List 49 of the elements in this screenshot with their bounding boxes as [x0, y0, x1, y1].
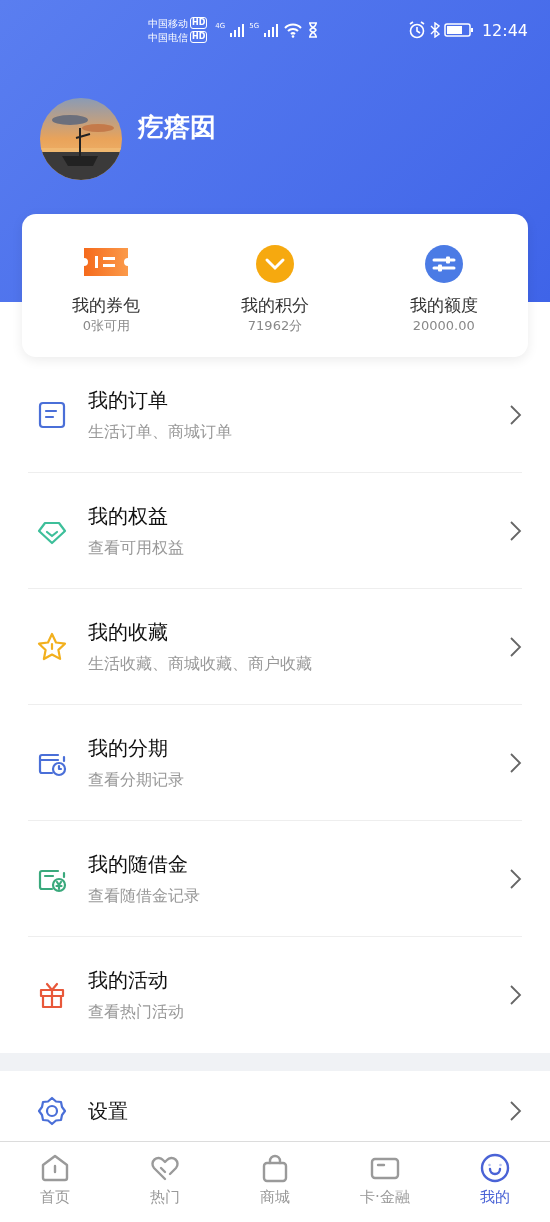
menu-item[interactable]: 我的订单 生活订单、商城订单: [28, 357, 522, 473]
home-icon: [39, 1152, 71, 1184]
menu-subtitle: 查看可用权益: [88, 536, 185, 559]
stat-label[interactable]: 我的积分: [241, 294, 309, 316]
menu-title: 我的随借金: [88, 850, 189, 878]
carrier-name: 中国移动: [148, 16, 188, 30]
menu-title: 我的收藏: [88, 618, 169, 646]
chevron-right-icon: [508, 635, 522, 658]
menu-item[interactable]: 我的权益 查看可用权益: [28, 473, 522, 589]
chevron-right-icon: [508, 867, 522, 890]
menu-title: 我的分期: [88, 734, 169, 762]
stat-label[interactable]: 我的券包: [72, 294, 141, 316]
chevron-right-icon: [508, 519, 522, 542]
chevron-right-icon: [508, 1100, 522, 1122]
menu-item[interactable]: 我的活动 查看热门活动: [28, 937, 522, 1053]
signal-icon: [263, 23, 280, 37]
stat-value: 20000.00: [412, 317, 475, 335]
clock-time: 12:44: [481, 20, 528, 40]
menu-title: 我的订单: [88, 386, 169, 414]
stat-value: 0张可用: [82, 317, 130, 335]
chevron-right-icon: [508, 751, 522, 774]
carrier-name: 中国电信: [148, 30, 188, 44]
network-badge: HD: [190, 31, 208, 43]
smiley-icon: [479, 1152, 511, 1184]
menu-title: 我的活动: [88, 967, 169, 994]
menu-title: 设置: [88, 1098, 129, 1125]
alarm-icon: [407, 21, 426, 39]
menu-item[interactable]: 我的分期 查看分期记录: [28, 705, 522, 821]
hourglass-icon: [307, 22, 320, 38]
chevron-right-icon: [508, 403, 522, 426]
user-name: 疙瘩囡: [138, 111, 216, 144]
menu-subtitle: 查看分期记录: [88, 768, 185, 791]
menu-item[interactable]: 我的收藏 生活收藏、商城收藏、商户收藏: [28, 589, 522, 705]
network-badge: HD: [190, 17, 208, 29]
menu-item[interactable]: 设置: [28, 1071, 522, 1143]
menu-item[interactable]: 我的随借金 查看随借金记录: [28, 821, 522, 937]
menu-title: 我的权益: [88, 502, 169, 530]
menu-subtitle: 生活收藏、商城收藏、商户收藏: [88, 652, 313, 675]
battery-icon: [443, 22, 474, 38]
stat-label[interactable]: 我的额度: [409, 294, 478, 316]
stat-value: 71962分: [247, 317, 303, 335]
tab-item[interactable]: 我的: [440, 1142, 550, 1222]
menu-subtitle: 生活订单、商城订单: [88, 420, 233, 443]
wifi-icon: [283, 22, 304, 38]
menu-subtitle: 查看热门活动: [88, 1001, 185, 1023]
menu-subtitle: 查看随借金记录: [88, 884, 201, 907]
signal-icon: [229, 23, 246, 37]
chevron-right-icon: [508, 984, 522, 1006]
bluetooth-icon: [429, 22, 440, 38]
